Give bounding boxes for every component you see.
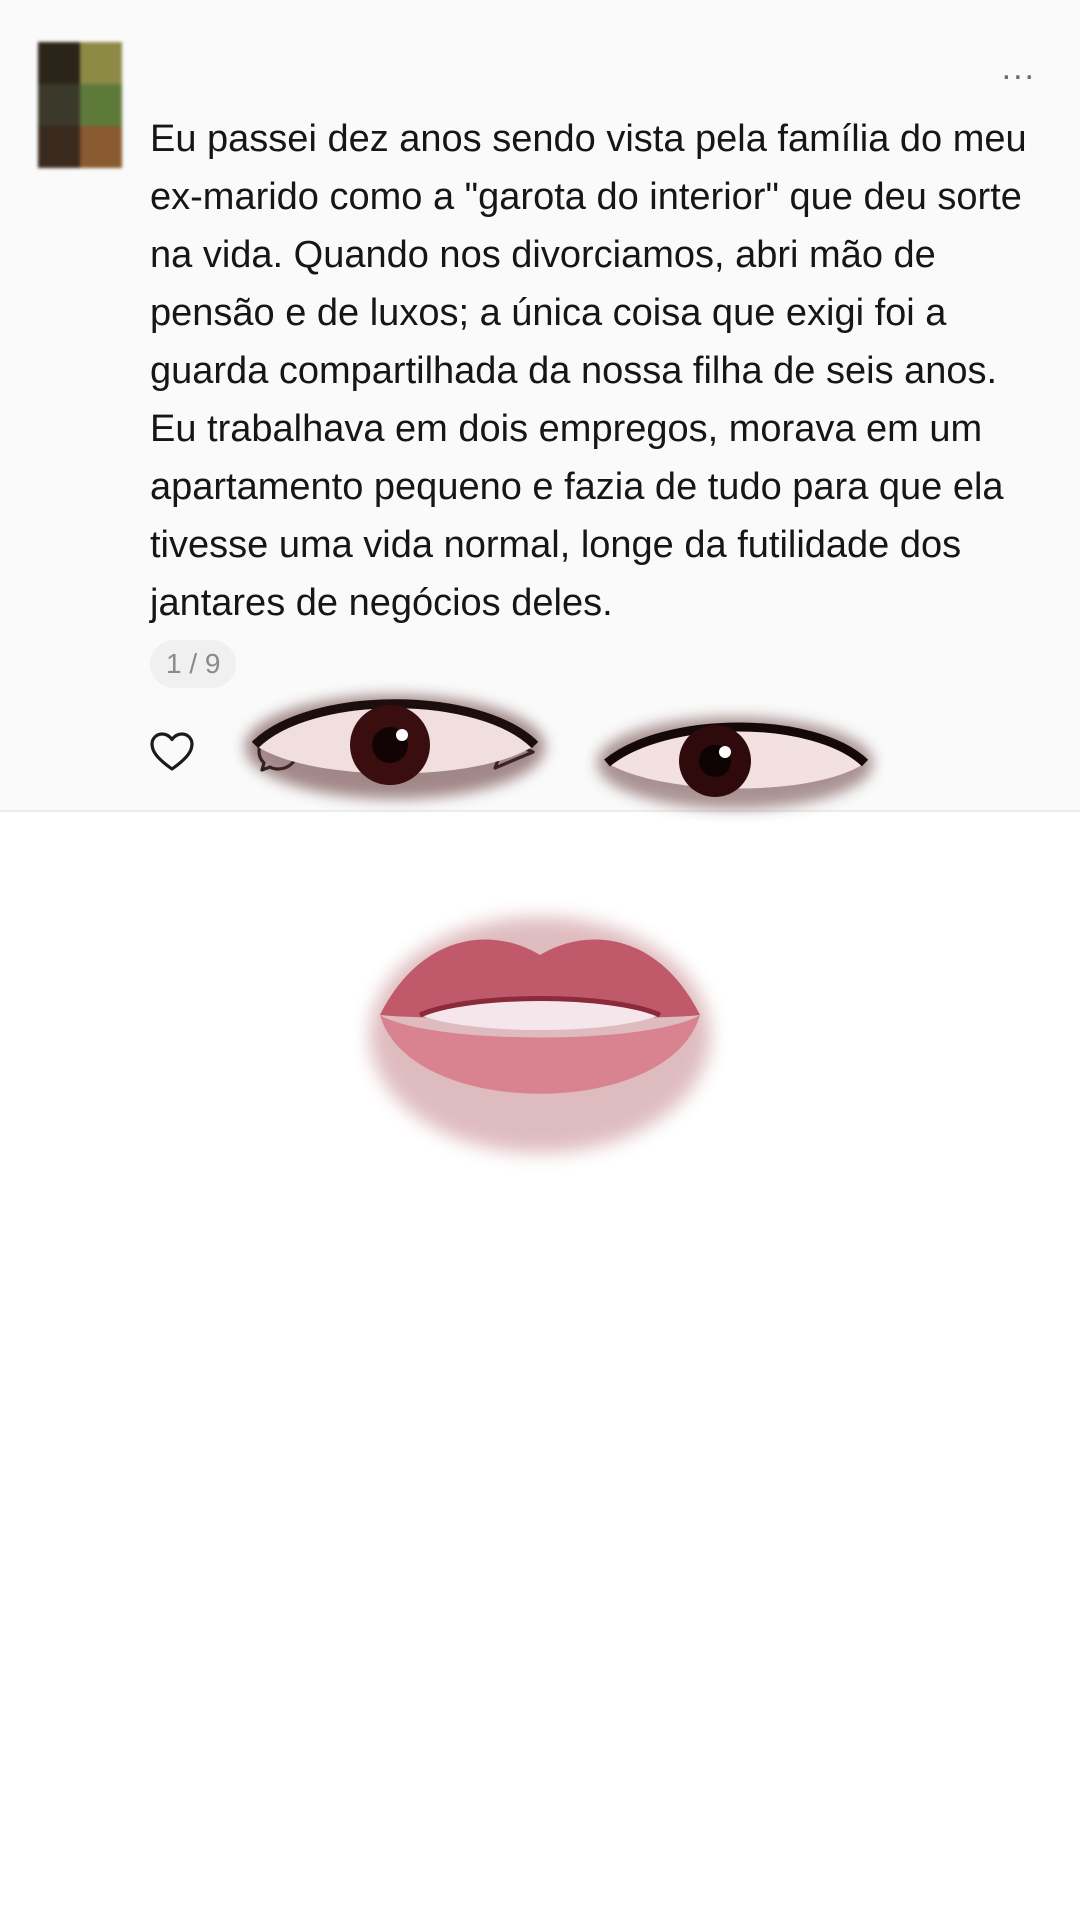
eye-left-image (245, 695, 545, 799)
more-options-button[interactable]: ... (1002, 51, 1036, 85)
avatar[interactable] (38, 42, 122, 168)
eye-right-image (597, 717, 873, 809)
post-text: Eu passei dez anos sendo vista pela famí… (150, 118, 1027, 624)
heart-outline-icon[interactable] (148, 728, 196, 776)
image-counter: 1 / 9 (150, 640, 237, 688)
lips-image (370, 917, 710, 1153)
